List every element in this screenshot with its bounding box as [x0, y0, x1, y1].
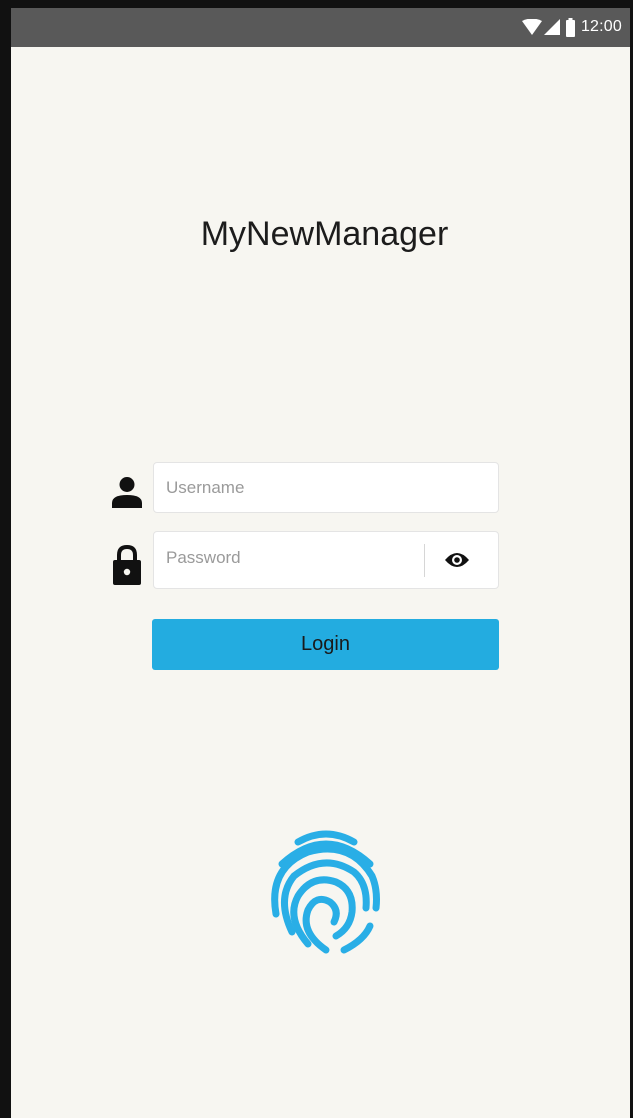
password-field [153, 530, 499, 589]
login-button[interactable]: Login [152, 619, 499, 670]
username-field [153, 462, 499, 513]
field-divider [424, 544, 425, 577]
signal-icon [543, 19, 560, 35]
status-time: 12:00 [580, 18, 622, 35]
phone-screen: 12:00 MyNewManager Username Login [0, 0, 633, 1118]
battery-icon [565, 17, 575, 37]
lock-icon [112, 543, 142, 587]
fingerprint-icon[interactable] [268, 828, 384, 956]
status-bar: 12:00 [11, 8, 630, 47]
username-input[interactable] [166, 463, 486, 512]
wifi-icon [521, 19, 542, 35]
person-icon [111, 474, 143, 510]
eye-icon [444, 551, 470, 574]
app-title: MyNewManager [200, 215, 449, 253]
show-password-button[interactable] [437, 546, 477, 578]
status-icons: 12:00 [521, 17, 622, 37]
password-input[interactable] [166, 530, 416, 586]
login-button-label: Login [301, 633, 350, 655]
